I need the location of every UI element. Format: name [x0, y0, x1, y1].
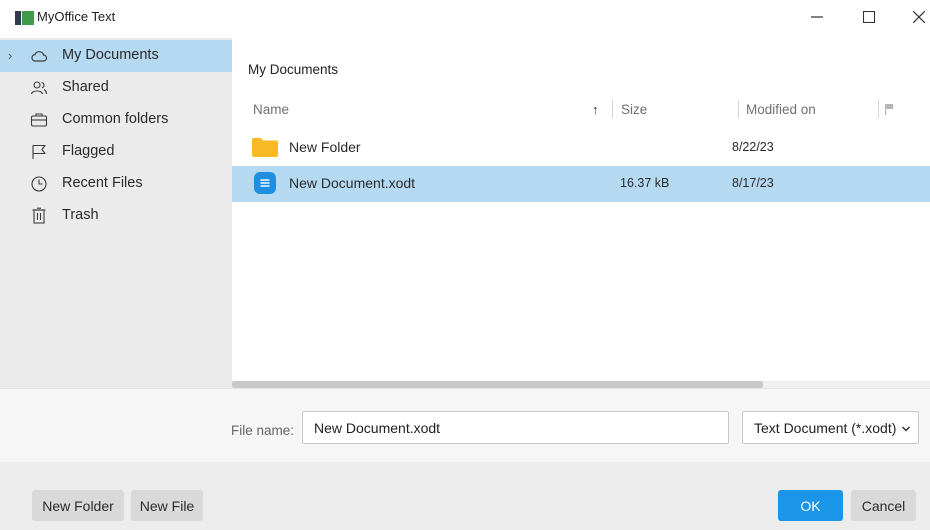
- sidebar-item-label: Trash: [62, 207, 99, 223]
- sidebar-item-label: My Documents: [62, 47, 159, 63]
- people-icon: [30, 81, 48, 95]
- sidebar-item-flagged[interactable]: Flagged: [0, 136, 232, 168]
- table-row[interactable]: New Document.xodt 16.37 kB 8/17/23: [232, 166, 930, 202]
- file-name-bar: File name: Text Document (*.xodt): [0, 388, 930, 462]
- file-modified: 8/17/23: [732, 176, 774, 190]
- title-bar: MyOffice Text: [0, 0, 930, 34]
- sidebar-item-trash[interactable]: Trash: [0, 200, 232, 232]
- chevron-down-icon: [901, 426, 911, 432]
- sort-ascending-icon[interactable]: ↑: [592, 102, 599, 117]
- close-icon: [913, 11, 925, 23]
- new-file-button[interactable]: New File: [131, 490, 203, 521]
- file-type-value: Text Document (*.xodt): [754, 419, 897, 436]
- table-row[interactable]: New Folder 8/22/23: [232, 130, 930, 166]
- dialog-footer: New Folder New File OK Cancel: [0, 462, 930, 530]
- column-header-size[interactable]: Size: [621, 102, 647, 117]
- sidebar-item-label: Shared: [62, 79, 109, 95]
- horizontal-scrollbar[interactable]: [232, 381, 930, 388]
- sidebar: › My Documents Shared Common folders Fla…: [0, 38, 232, 388]
- sidebar-item-label: Common folders: [62, 111, 169, 127]
- column-divider[interactable]: [738, 100, 739, 118]
- file-name-input[interactable]: [302, 411, 729, 444]
- minimize-button[interactable]: [794, 0, 840, 34]
- app-logo-icon: [15, 11, 34, 25]
- flag-column-icon[interactable]: [884, 103, 896, 116]
- trash-icon: [32, 207, 46, 224]
- close-button[interactable]: [896, 0, 930, 34]
- clock-icon: [31, 176, 47, 192]
- window-title: MyOffice Text: [37, 9, 116, 24]
- briefcase-icon: [30, 113, 48, 127]
- sidebar-item-my-documents[interactable]: › My Documents: [0, 40, 232, 72]
- cloud-icon: [31, 51, 48, 62]
- sidebar-item-label: Recent Files: [62, 175, 143, 191]
- sidebar-item-common-folders[interactable]: Common folders: [0, 104, 232, 136]
- sidebar-item-recent-files[interactable]: Recent Files: [0, 168, 232, 200]
- sidebar-item-label: Flagged: [62, 143, 115, 159]
- file-name-label: File name:: [231, 423, 295, 438]
- minimize-icon: [811, 16, 823, 18]
- column-divider[interactable]: [878, 100, 879, 118]
- folder-icon: [252, 138, 278, 157]
- current-location: My Documents: [248, 62, 339, 77]
- cancel-button[interactable]: Cancel: [851, 490, 916, 521]
- new-folder-button[interactable]: New Folder: [32, 490, 124, 521]
- sidebar-item-shared[interactable]: Shared: [0, 72, 232, 104]
- file-size: 16.37 kB: [620, 176, 670, 190]
- maximize-icon: [863, 11, 875, 23]
- scrollbar-thumb[interactable]: [232, 381, 763, 388]
- column-divider[interactable]: [612, 100, 613, 118]
- flag-icon: [32, 144, 46, 159]
- file-name: New Document.xodt: [289, 175, 416, 191]
- column-header-modified[interactable]: Modified on: [746, 102, 816, 117]
- ok-button[interactable]: OK: [778, 490, 843, 521]
- document-icon: [254, 172, 276, 194]
- file-modified: 8/22/23: [732, 140, 774, 154]
- file-name: New Folder: [289, 139, 361, 155]
- file-type-select[interactable]: Text Document (*.xodt): [742, 411, 919, 444]
- chevron-right-icon[interactable]: ›: [8, 48, 12, 63]
- maximize-button[interactable]: [846, 0, 892, 34]
- file-list-panel: My Documents Name ↑ Size Modified on New…: [232, 38, 930, 388]
- column-header-name[interactable]: Name: [253, 102, 289, 117]
